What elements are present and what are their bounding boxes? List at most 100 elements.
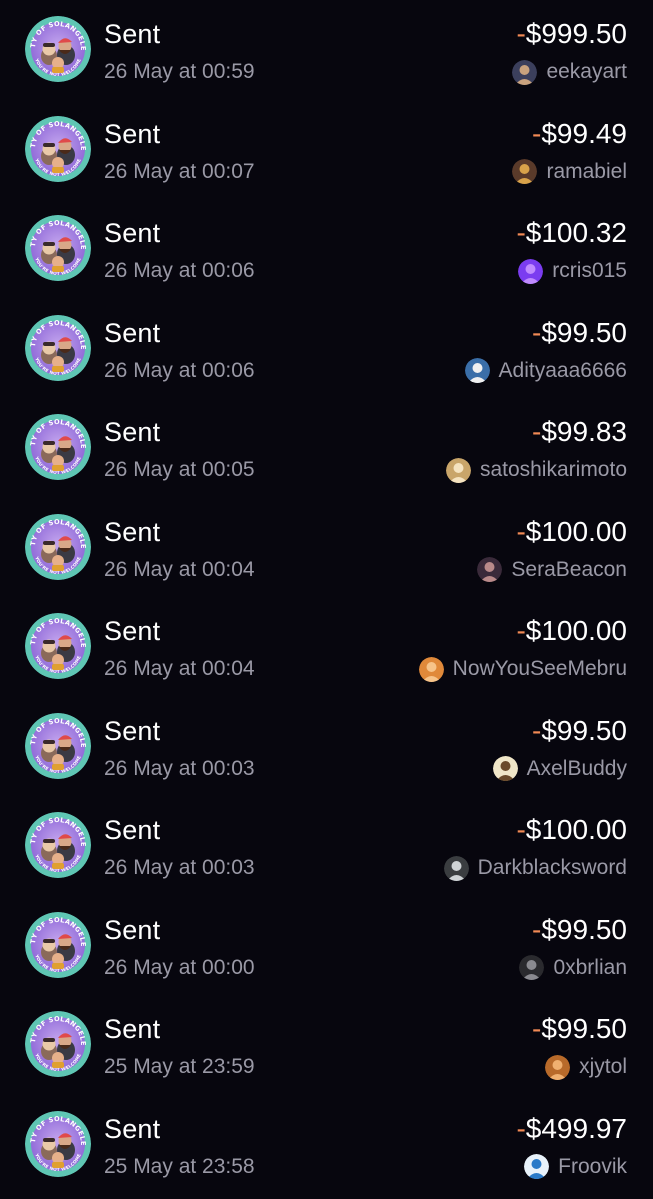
recipient[interactable]: Darkblacksword: [443, 855, 627, 881]
user-avatar-icon: [524, 1154, 550, 1179]
transaction-date: 26 May at 00:06: [104, 358, 255, 382]
transaction-row[interactable]: CITY OF SOLANGELES YOU'RE NOT WELCOME Se…: [0, 1095, 653, 1195]
transaction-amount: -$100.00: [516, 516, 627, 548]
transaction-date: 26 May at 00:00: [104, 955, 255, 979]
city-of-solangeles-logo-icon: CITY OF SOLANGELES YOU'RE NOT WELCOME: [25, 1011, 91, 1077]
recipient-username: Darkblacksword: [477, 856, 627, 879]
transaction-date: 25 May at 23:58: [104, 1154, 255, 1178]
recipient[interactable]: SeraBeacon: [477, 557, 627, 583]
negative-sign: -: [532, 913, 542, 945]
recipient-username: Adityaaa6666: [498, 358, 627, 382]
user-avatar-icon: [445, 457, 471, 483]
city-of-solangeles-logo-icon: CITY OF SOLANGELES YOU'RE NOT WELCOME: [25, 115, 91, 182]
city-of-solangeles-logo-icon: CITY OF SOLANGELES YOU'RE NOT WELCOME: [25, 911, 91, 978]
negative-sign: -: [532, 1013, 542, 1044]
amount-value: $99.50: [541, 1013, 627, 1044]
recipient-username: xjytol: [579, 1055, 627, 1078]
transaction-amount: -$99.50: [532, 1013, 627, 1045]
amount-value: $99.49: [541, 117, 627, 149]
transaction-row[interactable]: CITY OF SOLANGELES YOU'RE NOT WELCOME Se…: [0, 0, 653, 100]
transaction-date: 26 May at 00:06: [104, 259, 255, 282]
transaction-type: Sent: [104, 914, 161, 945]
transaction-type: Sent: [104, 19, 161, 49]
transaction-row[interactable]: CITY OF SOLANGELES YOU'RE NOT WELCOME Se…: [0, 796, 653, 896]
user-avatar-icon: [477, 557, 503, 582]
transaction-type: Sent: [104, 118, 161, 149]
recipient-username: 0xbrlian: [553, 955, 627, 979]
negative-sign: -: [516, 1112, 526, 1144]
negative-sign: -: [532, 416, 542, 447]
recipient-username: eekayart: [546, 60, 627, 83]
city-of-solangeles-logo-icon: CITY OF SOLANGELES YOU'RE NOT WELCOME: [25, 712, 91, 779]
transaction-row[interactable]: CITY OF SOLANGELES YOU'RE NOT WELCOME Se…: [0, 995, 653, 1095]
recipient-username: Froovik: [558, 1154, 627, 1178]
transaction-date: 26 May at 00:03: [104, 856, 255, 879]
transaction-row[interactable]: CITY OF SOLANGELES YOU'RE NOT WELCOME Se…: [0, 199, 653, 299]
negative-sign: -: [532, 316, 542, 348]
recipient[interactable]: ramabiel: [512, 159, 627, 185]
transaction-type: Sent: [104, 516, 161, 547]
recipient[interactable]: rcris015: [518, 258, 627, 284]
transaction-date: 26 May at 00:04: [104, 657, 255, 680]
city-of-solangeles-logo-icon: CITY OF SOLANGELES YOU'RE NOT WELCOME: [25, 314, 91, 381]
transaction-row[interactable]: CITY OF SOLANGELES YOU'RE NOT WELCOME Se…: [0, 100, 653, 200]
user-avatar-icon: [492, 756, 518, 781]
negative-sign: -: [532, 117, 542, 149]
transaction-amount: -$99.50: [532, 715, 627, 747]
transaction-row[interactable]: CITY OF SOLANGELES YOU'RE NOT WELCOME Se…: [0, 398, 653, 498]
recipient[interactable]: satoshikarimoto: [445, 457, 627, 483]
recipient[interactable]: Adityaaa6666: [464, 358, 627, 384]
negative-sign: -: [516, 615, 526, 646]
city-of-solangeles-logo-icon: CITY OF SOLANGELES YOU'RE NOT WELCOME: [25, 215, 91, 281]
negative-sign: -: [532, 714, 542, 746]
recipient-username: ramabiel: [546, 159, 627, 183]
transaction-amount: -$99.50: [532, 317, 627, 349]
city-of-solangeles-logo-icon: CITY OF SOLANGELES YOU'RE NOT WELCOME: [25, 613, 91, 679]
transaction-amount: -$99.83: [532, 416, 627, 448]
city-of-solangeles-logo-icon: CITY OF SOLANGELES YOU'RE NOT WELCOME: [25, 414, 91, 480]
recipient-username: rcris015: [552, 259, 627, 282]
transaction-type: Sent: [104, 417, 161, 447]
recipient[interactable]: AxelBuddy: [492, 756, 627, 782]
recipient-username: SeraBeacon: [511, 557, 627, 581]
transaction-type: Sent: [104, 616, 161, 646]
negative-sign: -: [516, 217, 526, 248]
transaction-type: Sent: [104, 715, 161, 746]
transaction-row[interactable]: CITY OF SOLANGELES YOU'RE NOT WELCOME Se…: [0, 697, 653, 797]
transaction-type: Sent: [104, 1113, 161, 1144]
user-avatar-icon: [443, 855, 469, 881]
amount-value: $499.97: [525, 1112, 627, 1144]
transaction-row[interactable]: CITY OF SOLANGELES YOU'RE NOT WELCOME Se…: [0, 597, 653, 697]
transaction-row[interactable]: CITY OF SOLANGELES YOU'RE NOT WELCOME Se…: [0, 299, 653, 399]
transaction-row[interactable]: CITY OF SOLANGELES YOU'RE NOT WELCOME Se…: [0, 498, 653, 598]
user-avatar-icon: [418, 656, 444, 682]
transaction-date: 25 May at 23:59: [104, 1055, 255, 1078]
transaction-amount: -$499.97: [516, 1113, 627, 1145]
transaction-amount: -$999.50: [516, 18, 627, 50]
recipient[interactable]: xjytol: [545, 1054, 627, 1080]
transaction-date: 26 May at 00:03: [104, 756, 255, 780]
amount-value: $999.50: [525, 18, 627, 49]
recipient-username: AxelBuddy: [526, 756, 627, 780]
amount-value: $100.00: [525, 814, 627, 845]
amount-value: $100.00: [525, 515, 627, 547]
user-avatar-icon: [464, 358, 490, 383]
city-of-solangeles-logo-icon: CITY OF SOLANGELES YOU'RE NOT WELCOME: [25, 513, 91, 580]
amount-value: $99.83: [541, 416, 627, 447]
transaction-amount: -$100.00: [516, 814, 627, 846]
city-of-solangeles-logo-icon: CITY OF SOLANGELES YOU'RE NOT WELCOME: [25, 1110, 91, 1177]
recipient[interactable]: Froovik: [524, 1154, 627, 1180]
amount-value: $99.50: [541, 316, 627, 348]
recipient[interactable]: eekayart: [512, 59, 627, 85]
negative-sign: -: [516, 18, 526, 49]
transaction-row[interactable]: CITY OF SOLANGELES YOU'RE NOT WELCOME Se…: [0, 896, 653, 996]
transaction-date: 26 May at 00:07: [104, 159, 255, 183]
recipient[interactable]: NowYouSeeMebru: [418, 656, 627, 682]
recipient-username: NowYouSeeMebru: [452, 657, 627, 680]
user-avatar-icon: [519, 955, 545, 980]
amount-value: $100.00: [525, 615, 627, 646]
amount-value: $100.32: [525, 217, 627, 248]
transaction-list: CITY OF SOLANGELES YOU'RE NOT WELCOME Se…: [0, 0, 653, 1199]
amount-value: $99.50: [541, 913, 627, 945]
recipient[interactable]: 0xbrlian: [519, 955, 627, 981]
